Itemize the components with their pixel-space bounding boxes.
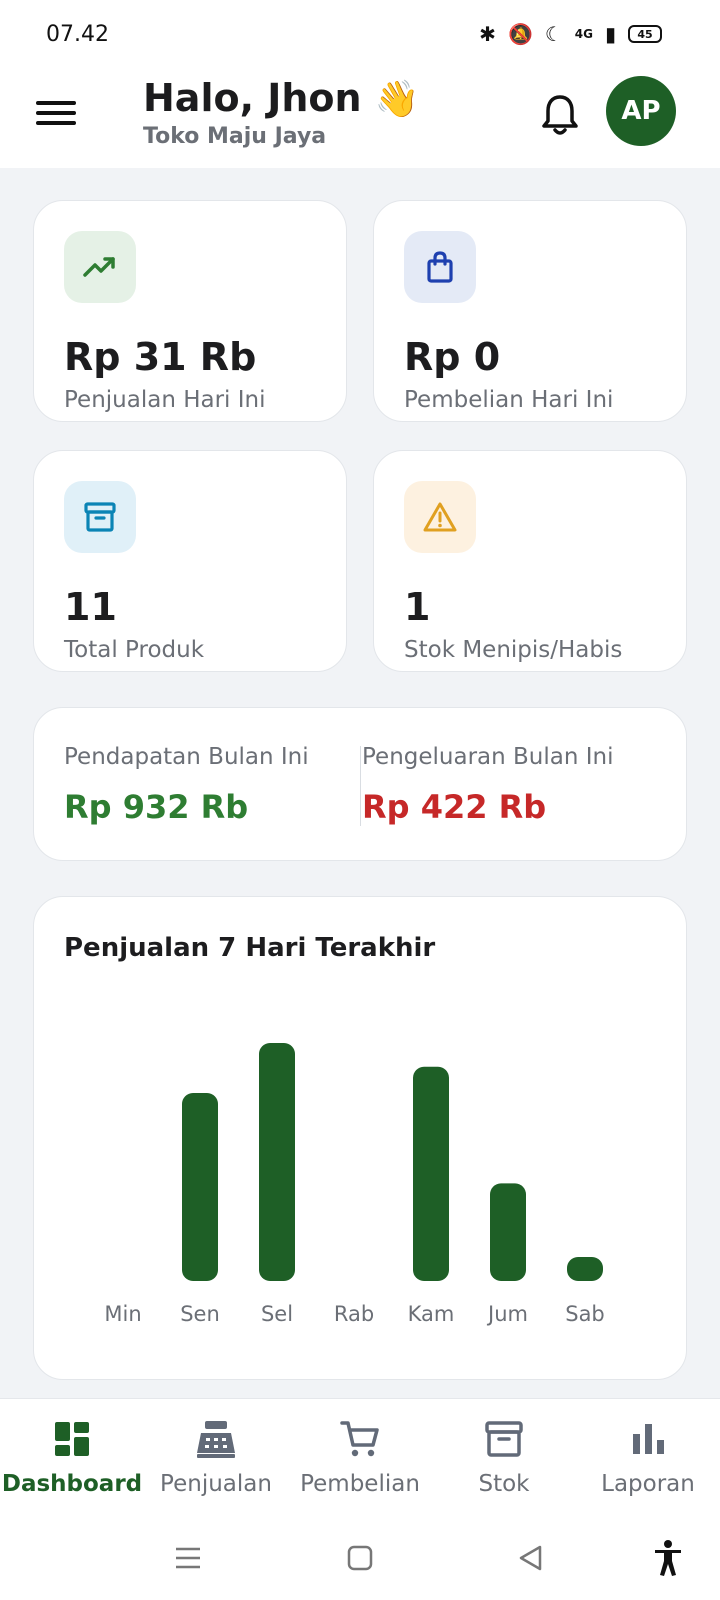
chart-x-label: Rab <box>334 1302 374 1326</box>
chart-x-label: Sen <box>180 1302 220 1326</box>
icon-box <box>64 481 136 553</box>
stat-label: Total Produk <box>64 637 205 663</box>
stat-value: Rp 0 <box>404 335 501 379</box>
menu-button[interactable] <box>36 95 76 135</box>
store-name: Toko Maju Jaya <box>143 124 327 149</box>
stat-label: Penjualan Hari Ini <box>64 387 266 413</box>
stat-value: 1 <box>404 585 431 629</box>
signal-icon: ▮ <box>604 22 616 46</box>
nav-label: Pembelian <box>300 1471 420 1497</box>
icon-box <box>404 231 476 303</box>
accessibility-icon <box>655 1540 681 1576</box>
nav-penjualan[interactable]: Penjualan <box>144 1417 288 1497</box>
stat-label: Stok Menipis/Habis <box>404 637 623 663</box>
dashboard-icon <box>55 1422 89 1456</box>
notification-bell-icon[interactable] <box>540 93 580 137</box>
chart-x-label: Kam <box>408 1302 455 1326</box>
cash-register-icon <box>197 1421 235 1458</box>
bluetooth-icon: ✱ <box>479 22 496 46</box>
nav-label: Laporan <box>601 1471 695 1497</box>
stat-value: 11 <box>64 585 117 629</box>
sales-bar-chart: Min Sen Sel Rab Kam Jum Sab <box>104 1043 605 1326</box>
monthly-income: Pendapatan Bulan Ini Rp 932 Rb <box>64 744 309 826</box>
chart-x-label: Sab <box>565 1302 605 1326</box>
stat-value: Rp 31 Rb <box>64 335 257 379</box>
sales-chart-card: Penjualan 7 Hari Terakhir Min Sen Sel Rab Ka… <box>33 896 687 1380</box>
stat-card-purchases-today[interactable]: Rp 0 Pembelian Hari Ini <box>373 200 687 422</box>
nav-stok[interactable]: Stok <box>432 1417 576 1497</box>
nav-label: Penjualan <box>160 1471 272 1497</box>
status-time: 07.42 <box>46 22 109 47</box>
income-label: Pendapatan Bulan Ini <box>64 744 309 770</box>
chart-bar-sen <box>182 1092 218 1281</box>
chart-bar-jum <box>490 1183 526 1281</box>
back-icon <box>519 1545 542 1571</box>
network-type: 4G <box>574 27 593 41</box>
divider <box>360 746 361 826</box>
bottom-navigation: Dashboard Penjualan Pembelian Stok Lapor… <box>0 1398 720 1516</box>
archive-icon <box>84 502 116 532</box>
status-icons: ✱ 🔕 ☾ 4G ▮ 45 <box>479 22 662 46</box>
nav-pembelian[interactable]: Pembelian <box>288 1417 432 1497</box>
greeting: Halo, Jhon 👋 <box>143 76 420 120</box>
chart-bar-sel <box>259 1043 295 1281</box>
chart-x-label: Jum <box>486 1302 528 1326</box>
expense-value: Rp 422 Rb <box>362 788 547 826</box>
nav-label: Dashboard <box>1 1471 143 1497</box>
avatar[interactable]: AP <box>606 76 676 146</box>
moon-icon: ☾ <box>544 22 563 46</box>
menu-icon-line <box>36 111 76 115</box>
nav-label: Stok <box>478 1471 530 1497</box>
greeting-text: Halo, Jhon <box>143 76 362 120</box>
nav-laporan[interactable]: Laporan <box>576 1417 720 1497</box>
accessibility-button[interactable] <box>648 1538 688 1578</box>
stat-card-low-stock[interactable]: 1 Stok Menipis/Habis <box>373 450 687 672</box>
income-value: Rp 932 Rb <box>64 788 249 826</box>
system-navigation-bar <box>0 1516 720 1600</box>
mute-icon: 🔕 <box>507 22 533 46</box>
menu-icon-line <box>36 121 76 125</box>
back-button[interactable] <box>510 1538 550 1578</box>
monthly-summary-card: Pendapatan Bulan Ini Rp 932 Rb Pengeluar… <box>33 707 687 861</box>
trending-up-icon <box>83 257 115 277</box>
home-icon <box>347 1545 373 1571</box>
stat-card-sales-today[interactable]: Rp 31 Rb Penjualan Hari Ini <box>33 200 347 422</box>
menu-icon-line <box>36 101 76 105</box>
nav-dashboard[interactable]: Dashboard <box>0 1417 144 1497</box>
cart-icon <box>340 1421 379 1457</box>
chart-x-label: Min <box>104 1302 141 1326</box>
app-bar: Halo, Jhon 👋 Toko Maju Jaya AP <box>0 68 720 168</box>
archive-icon <box>485 1421 523 1457</box>
recent-apps-button[interactable] <box>168 1538 208 1578</box>
warning-icon <box>423 502 457 532</box>
monthly-expense: Pengeluaran Bulan Ini Rp 422 Rb <box>362 744 614 826</box>
chart-bar-sab <box>567 1257 603 1281</box>
icon-box <box>64 231 136 303</box>
icon-box <box>404 481 476 553</box>
recent-apps-icon <box>176 1547 200 1569</box>
shopping-bag-icon <box>427 251 453 283</box>
waving-hand-icon: 👋 <box>374 79 420 120</box>
home-button[interactable] <box>340 1538 380 1578</box>
chart-bar-kam <box>413 1066 449 1281</box>
battery-icon: 45 <box>628 25 662 43</box>
status-bar: 07.42 ✱ 🔕 ☾ 4G ▮ 45 <box>0 0 720 68</box>
stat-card-total-products[interactable]: 11 Total Produk <box>33 450 347 672</box>
chart-x-label: Sel <box>261 1302 293 1326</box>
bar-chart-icon <box>633 1424 664 1454</box>
stat-label: Pembelian Hari Ini <box>404 387 614 413</box>
expense-label: Pengeluaran Bulan Ini <box>362 744 614 770</box>
